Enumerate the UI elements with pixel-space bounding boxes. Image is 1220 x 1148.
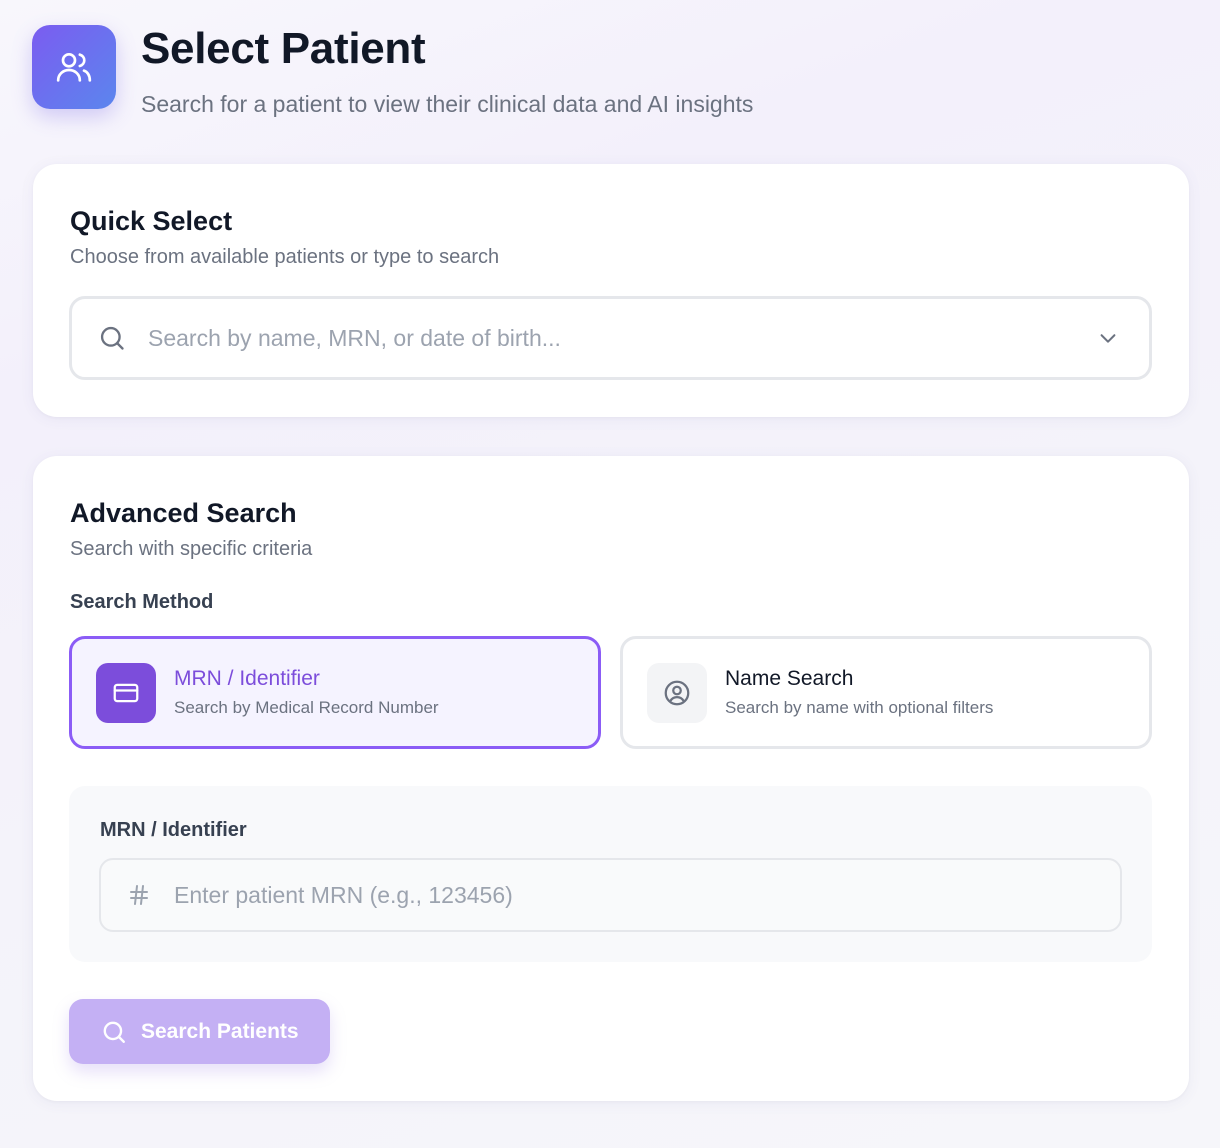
quick-select-description: Choose from available patients or type t… bbox=[70, 246, 500, 268]
method-option-name[interactable]: Name Search Search by name with optional… bbox=[620, 636, 1152, 749]
search-icon bbox=[98, 323, 128, 353]
method-name-title: Name Search bbox=[725, 667, 854, 690]
method-name-subtitle: Search by name with optional filters bbox=[725, 698, 994, 717]
page-title: Select Patient bbox=[141, 24, 426, 73]
method-mrn-subtitle: Search by Medical Record Number bbox=[174, 698, 439, 717]
search-method-label: Search Method bbox=[70, 591, 214, 613]
method-mrn-title: MRN / Identifier bbox=[174, 667, 320, 690]
advanced-search-card: Advanced Search Search with specific cri… bbox=[33, 456, 1189, 1101]
page-subtitle: Search for a patient to view their clini… bbox=[141, 91, 754, 117]
quick-select-title: Quick Select bbox=[70, 206, 233, 236]
patient-search-input[interactable]: Search by name, MRN, or date of birth... bbox=[148, 325, 1097, 352]
mrn-input[interactable]: Enter patient MRN (e.g., 123456) bbox=[174, 882, 513, 909]
mrn-field-label: MRN / Identifier bbox=[100, 819, 247, 841]
advanced-search-description: Search with specific criteria bbox=[70, 538, 313, 560]
mrn-field[interactable]: Enter patient MRN (e.g., 123456) bbox=[99, 858, 1122, 932]
hash-icon bbox=[127, 883, 151, 907]
page-header: Select Patient Search for a patient to v… bbox=[32, 25, 753, 117]
patient-search-combobox[interactable]: Search by name, MRN, or date of birth... bbox=[69, 296, 1152, 380]
search-patients-button[interactable]: Search Patients bbox=[69, 999, 330, 1064]
search-patients-label: Search Patients bbox=[141, 1019, 299, 1043]
user-circle-icon bbox=[647, 662, 707, 723]
advanced-search-title: Advanced Search bbox=[70, 498, 297, 528]
quick-select-card: Quick Select Choose from available patie… bbox=[33, 164, 1189, 417]
mrn-search-panel: MRN / Identifier Enter patient MRN (e.g.… bbox=[69, 786, 1152, 962]
id-card-icon bbox=[96, 662, 156, 723]
chevron-down-icon[interactable] bbox=[1097, 327, 1119, 349]
users-icon bbox=[32, 25, 116, 109]
method-option-mrn[interactable]: MRN / Identifier Search by Medical Recor… bbox=[69, 636, 601, 749]
search-icon bbox=[101, 1019, 127, 1045]
